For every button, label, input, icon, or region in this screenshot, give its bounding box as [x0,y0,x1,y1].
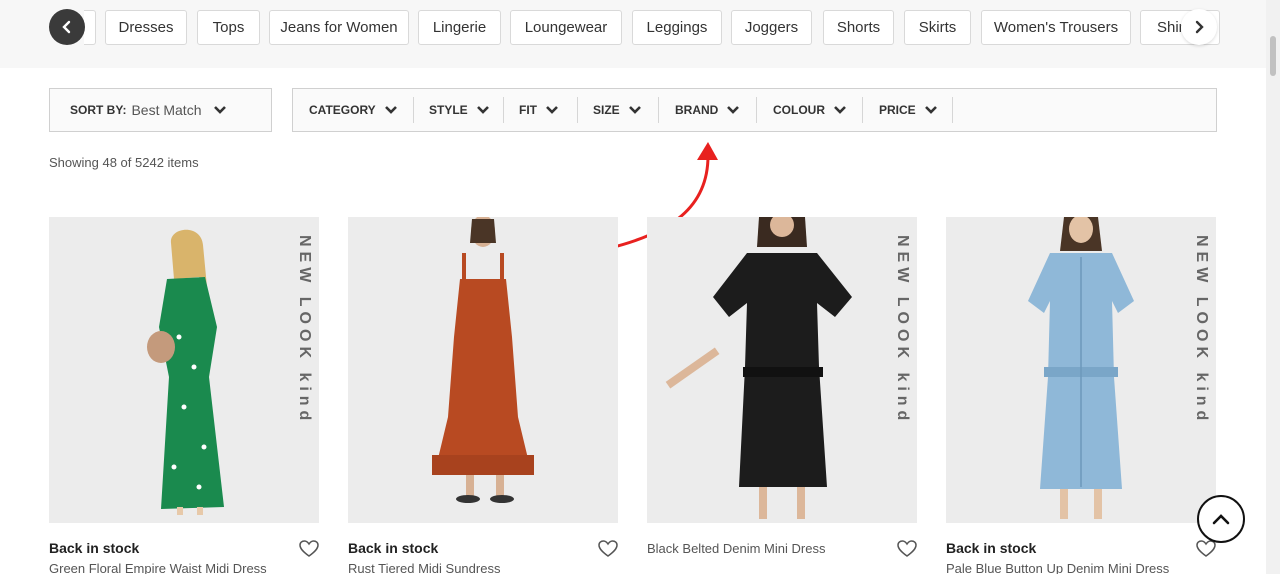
product-card[interactable]: NEW LOOK kind Back in stock Green Floral… [49,217,319,574]
product-name[interactable]: Green Floral Empire Waist Midi Dress [49,561,267,574]
page-scrollbar[interactable] [1266,0,1280,574]
heart-icon[interactable] [1196,540,1216,558]
model-figure [49,217,319,523]
heart-icon[interactable] [299,540,319,558]
filter-divider [577,97,578,123]
filter-divider [658,97,659,123]
category-pill-tops[interactable]: Tops [197,10,260,45]
filter-brand-label: BRAND [675,103,719,117]
category-next-button[interactable] [1181,9,1217,45]
category-prev-button[interactable] [49,9,85,45]
back-to-top-button[interactable] [1197,495,1245,543]
category-pill-partial[interactable] [84,10,96,45]
filter-brand[interactable]: BRAND [675,97,740,123]
category-pill-jeans[interactable]: Jeans for Women [269,10,409,45]
chevron-up-icon [1212,514,1230,525]
product-image[interactable]: NEW LOOK kind [647,217,917,523]
filter-colour[interactable]: COLOUR [773,97,847,123]
category-pill-trousers[interactable]: Women's Trousers [981,10,1131,45]
chevron-left-icon [62,20,71,34]
filter-divider [413,97,414,123]
product-card[interactable]: NEW LOOK kind Black Belted Denim Mini Dr… [647,217,917,557]
chevron-down-icon [546,106,558,114]
filter-divider [756,97,757,123]
filter-style-label: STYLE [429,103,468,117]
chevron-down-icon [384,106,397,114]
filter-category-label: CATEGORY [309,103,376,117]
filter-fit[interactable]: FIT [519,97,559,123]
category-pill-skirts[interactable]: Skirts [904,10,971,45]
brand-watermark: NEW LOOK kind [1193,235,1210,426]
product-name[interactable]: Pale Blue Button Up Denim Mini Dress [946,561,1169,574]
filter-style[interactable]: STYLE [429,97,490,123]
chevron-right-icon [1195,20,1204,34]
filter-price-label: PRICE [879,103,916,117]
category-strip: Dresses Tops Jeans for Women Lingerie Lo… [0,0,1266,68]
chevron-down-icon [628,106,641,114]
product-name[interactable]: Rust Tiered Midi Sundress [348,561,500,574]
filter-fit-label: FIT [519,103,537,117]
filter-divider [503,97,504,123]
filter-price[interactable]: PRICE [879,97,938,123]
filter-divider [952,97,953,123]
model-figure [647,217,917,523]
filter-category[interactable]: CATEGORY [309,97,398,123]
category-pill-loungewear[interactable]: Loungewear [510,10,622,45]
category-pill-shorts[interactable]: Shorts [823,10,894,45]
heart-icon[interactable] [897,540,917,558]
chevron-down-icon [476,106,489,114]
category-pill-joggers[interactable]: Joggers [731,10,812,45]
filter-divider [862,97,863,123]
product-image[interactable]: NEW LOOK kind [946,217,1216,523]
chevron-down-icon [214,106,227,114]
category-pill-dresses[interactable]: Dresses [105,10,187,45]
brand-watermark: NEW LOOK kind [894,235,911,426]
product-card[interactable]: NEW LOOK kind Back in stock Pale Blue Bu… [946,217,1216,574]
filter-bar: CATEGORY STYLE FIT SIZE BRAND COLOUR PRI… [292,88,1217,132]
product-name[interactable]: Black Belted Denim Mini Dress [647,541,825,556]
sort-label: SORT BY: [70,103,127,117]
product-card[interactable]: Back in stock Rust Tiered Midi Sundress [348,217,618,574]
heart-icon[interactable] [598,540,618,558]
results-count: Showing 48 of 5242 items [49,155,199,170]
stock-status: Back in stock [348,540,439,556]
product-image[interactable]: NEW LOOK kind [49,217,319,523]
chevron-down-icon [727,106,740,114]
brand-watermark: NEW LOOK kind [296,235,313,426]
filter-size-label: SIZE [593,103,620,117]
stock-status: Back in stock [49,540,140,556]
sort-value: Best Match [131,102,202,118]
filter-size[interactable]: SIZE [593,97,642,123]
model-figure [348,217,618,523]
model-figure [946,217,1216,523]
category-pill-lingerie[interactable]: Lingerie [418,10,501,45]
filter-colour-label: COLOUR [773,103,825,117]
scrollbar-thumb[interactable] [1270,36,1276,76]
chevron-down-icon [924,106,937,114]
chevron-down-icon [834,106,846,114]
stock-status: Back in stock [946,540,1037,556]
sort-dropdown[interactable]: SORT BY: Best Match [49,88,272,132]
category-pill-leggings[interactable]: Leggings [632,10,722,45]
product-image[interactable] [348,217,618,523]
